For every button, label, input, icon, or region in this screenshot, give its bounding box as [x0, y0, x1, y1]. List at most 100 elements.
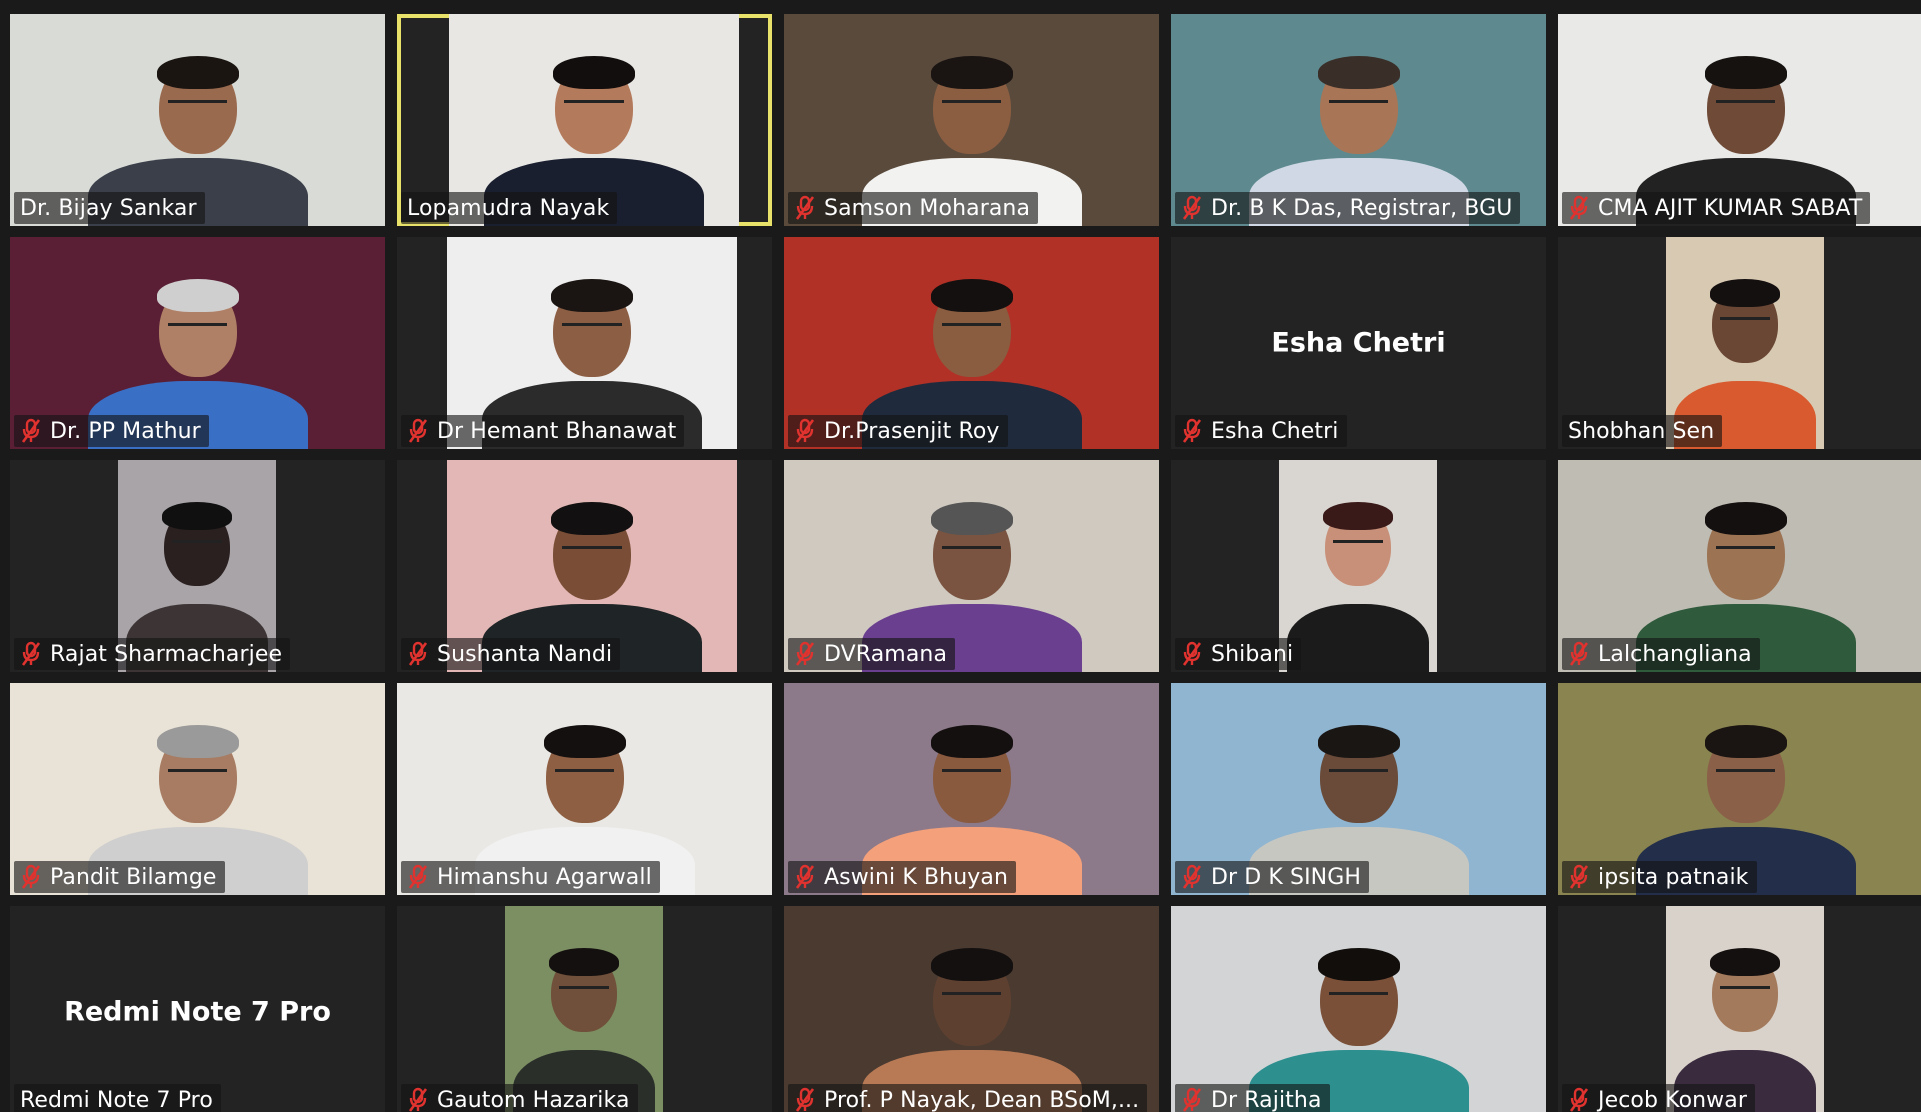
participant-name: Dr. B K Das, Registrar, BGU: [1211, 195, 1513, 221]
person-hair: [156, 56, 239, 90]
participant-name: Redmi Note 7 Pro: [20, 1087, 213, 1112]
participant-tile[interactable]: Samson Moharana: [784, 14, 1159, 226]
participant-name: Samson Moharana: [824, 195, 1031, 221]
participant-tile[interactable]: Dr Rajitha: [1171, 906, 1546, 1112]
person-hair: [930, 502, 1013, 536]
participant-tile[interactable]: Lalchangliana: [1558, 460, 1921, 672]
glasses: [941, 768, 1002, 772]
participant-tile[interactable]: DVRamana: [784, 460, 1159, 672]
glasses: [562, 322, 622, 326]
participant-name: Gautom Hazarika: [437, 1087, 630, 1112]
participant-tile[interactable]: Dr.Prasenjit Roy: [784, 237, 1159, 449]
participant-name: CMA AJIT KUMAR SABAT: [1598, 195, 1863, 221]
glasses: [1715, 545, 1776, 549]
participant-tile[interactable]: Gautom Hazarika: [397, 906, 772, 1112]
participant-name: Dr D K SINGH: [1211, 864, 1362, 890]
participant-tile[interactable]: Shibani: [1171, 460, 1546, 672]
person-hair: [930, 279, 1013, 313]
person-hair: [930, 948, 1013, 982]
participant-name: Dr Rajitha: [1211, 1087, 1322, 1112]
participant-name-tag: Aswini K Bhuyan: [788, 861, 1017, 893]
participant-tile[interactable]: Prof. P Nayak, Dean BSoM,...: [784, 906, 1159, 1112]
participant-name: Dr.Prasenjit Roy: [824, 418, 1000, 444]
person-hair: [930, 56, 1013, 90]
participant-name-tag: DVRamana: [788, 638, 956, 670]
participant-name: DVRamana: [824, 641, 948, 667]
muted-mic-icon: [407, 641, 429, 667]
glasses: [171, 540, 223, 544]
muted-mic-icon: [20, 864, 42, 890]
person-torso: [1286, 604, 1430, 672]
glasses: [941, 99, 1002, 103]
glasses: [1332, 540, 1384, 544]
glasses: [941, 322, 1002, 326]
muted-mic-icon: [1568, 195, 1590, 221]
muted-mic-icon: [20, 641, 42, 667]
participant-tile[interactable]: Dr. B K Das, Registrar, BGU: [1171, 14, 1546, 226]
participant-tile[interactable]: Shobhan Sen: [1558, 237, 1921, 449]
participant-tile[interactable]: Dr. PP Mathur: [10, 237, 385, 449]
glasses: [1715, 99, 1776, 103]
muted-mic-icon: [1181, 641, 1203, 667]
participant-name: Prof. P Nayak, Dean BSoM,...: [824, 1087, 1140, 1112]
muted-mic-icon: [1568, 864, 1590, 890]
video-gallery: Dr. Bijay Sankar Lopamudra Nayak Samson Mo…: [0, 0, 1921, 1112]
participant-name-tag: Esha Chetri: [1175, 415, 1347, 447]
participant-name-tag: Dr. PP Mathur: [14, 415, 209, 447]
participant-name: Esha Chetri: [1211, 418, 1339, 444]
person-hair: [1317, 948, 1400, 982]
participant-name-tag: Jecob Konwar: [1562, 1084, 1755, 1112]
participant-tile[interactable]: Esha Chetri Esha Chetri: [1171, 237, 1546, 449]
participant-name-tag: Dr.Prasenjit Roy: [788, 415, 1008, 447]
muted-mic-icon: [794, 418, 816, 444]
participant-name-tag: Lopamudra Nayak: [401, 192, 618, 224]
participant-tile[interactable]: ipsita patnaik: [1558, 683, 1921, 895]
participant-name: ipsita patnaik: [1598, 864, 1749, 890]
participant-tile[interactable]: Jecob Konwar: [1558, 906, 1921, 1112]
muted-mic-icon: [1181, 1087, 1203, 1112]
glasses: [558, 986, 610, 990]
participant-video: [1171, 906, 1546, 1112]
glasses: [167, 768, 228, 772]
glasses: [167, 322, 228, 326]
participant-name: Lalchangliana: [1598, 641, 1752, 667]
participant-name: Dr Hemant Bhanawat: [437, 418, 677, 444]
participant-name-tag: Dr. B K Das, Registrar, BGU: [1175, 192, 1521, 224]
muted-mic-icon: [794, 864, 816, 890]
muted-mic-icon: [794, 1087, 816, 1112]
participant-video: [505, 906, 663, 1112]
glasses: [564, 99, 624, 103]
participant-tile[interactable]: Pandit Bilamge: [10, 683, 385, 895]
participant-tile[interactable]: Rajat Sharmacharjee: [10, 460, 385, 672]
person-hair: [1704, 502, 1787, 536]
glasses: [941, 545, 1002, 549]
participant-tile[interactable]: Dr D K SINGH: [1171, 683, 1546, 895]
participant-name-tag: Dr Rajitha: [1175, 1084, 1330, 1112]
participant-name: Sushanta Nandi: [437, 641, 613, 667]
participant-name-tag: Pandit Bilamge: [14, 861, 225, 893]
participant-name-tag: Shibani: [1175, 638, 1302, 670]
participant-tile[interactable]: Dr Hemant Bhanawat: [397, 237, 772, 449]
participant-name: Aswini K Bhuyan: [824, 864, 1009, 890]
participant-tile[interactable]: Lopamudra Nayak: [397, 14, 772, 226]
person-hair: [1709, 279, 1781, 308]
participant-name-tag: Lalchangliana: [1562, 638, 1760, 670]
participant-tile[interactable]: Dr. Bijay Sankar: [10, 14, 385, 226]
participant-tile[interactable]: Aswini K Bhuyan: [784, 683, 1159, 895]
participant-tile[interactable]: Redmi Note 7 Pro Redmi Note 7 Pro: [10, 906, 385, 1112]
participant-name: Shobhan Sen: [1568, 418, 1715, 444]
participant-name-tag: Dr Hemant Bhanawat: [401, 415, 685, 447]
participant-tile[interactable]: CMA AJIT KUMAR SABAT: [1558, 14, 1921, 226]
person-hair: [1317, 56, 1400, 90]
person-hair: [551, 279, 633, 313]
participant-name: Shibani: [1211, 641, 1294, 667]
participant-video: [1279, 460, 1437, 672]
person-hair: [553, 56, 635, 90]
participant-tile[interactable]: Himanshu Agarwall: [397, 683, 772, 895]
participant-name-tag: Shobhan Sen: [1562, 415, 1723, 447]
glasses: [941, 991, 1002, 995]
person-hair: [551, 502, 633, 536]
participant-name-tag: Sushanta Nandi: [401, 638, 621, 670]
participant-name-tag: Himanshu Agarwall: [401, 861, 660, 893]
participant-tile[interactable]: Sushanta Nandi: [397, 460, 772, 672]
